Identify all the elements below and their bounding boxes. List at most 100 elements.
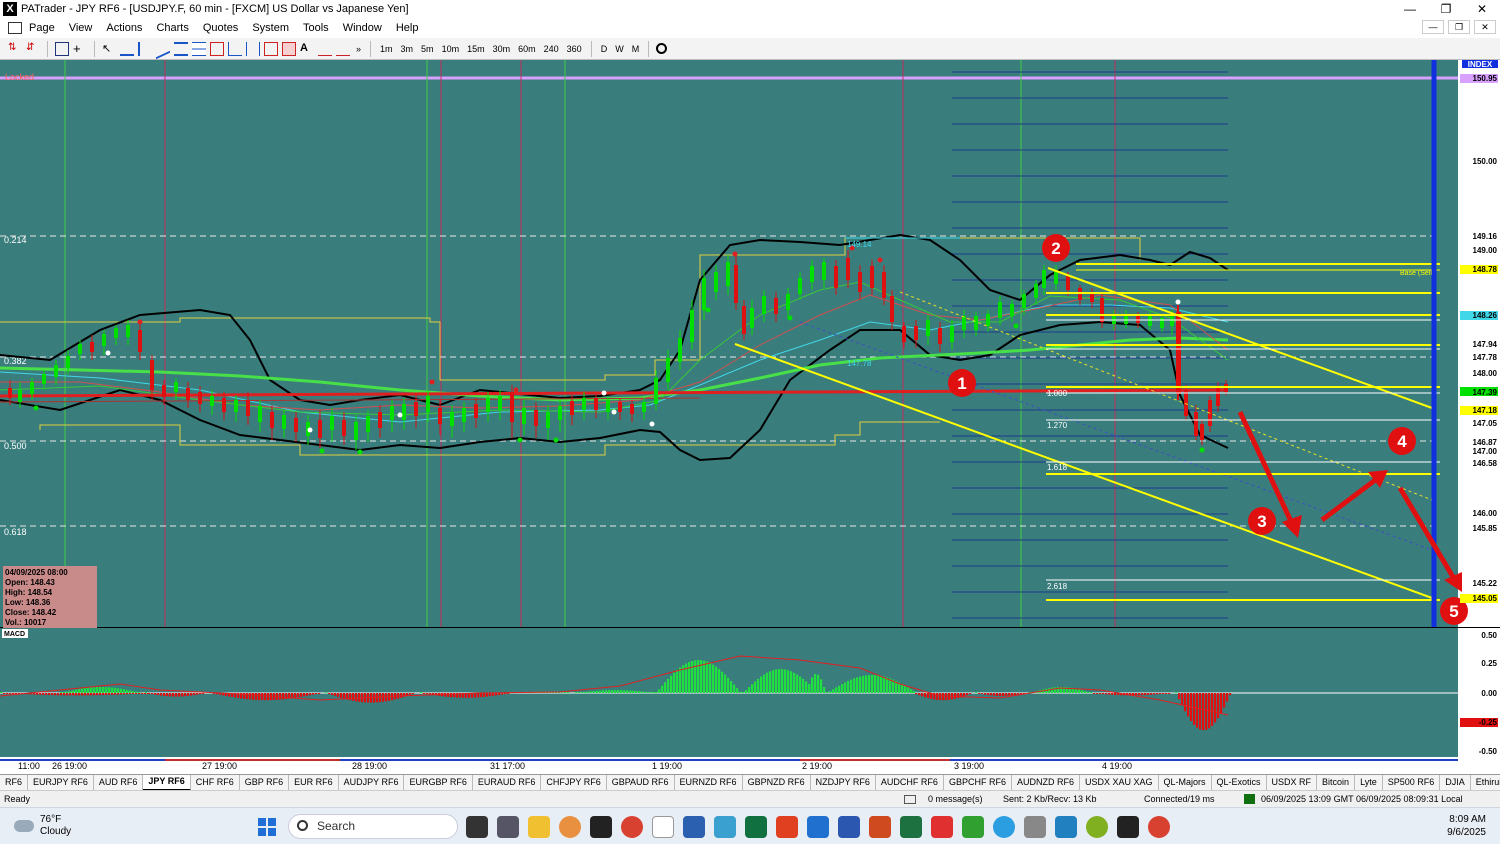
fib-fan-icon[interactable] — [228, 41, 242, 56]
crosshair-icon[interactable]: + — [73, 42, 87, 56]
timeframe-d[interactable]: D — [597, 38, 612, 60]
symbol-tab[interactable]: RF6 — [0, 775, 29, 790]
app-icon-sm[interactable] — [1117, 816, 1139, 838]
menu-quotes[interactable]: Quotes — [196, 18, 245, 38]
task-view-icon[interactable] — [466, 816, 488, 838]
trend-line-icon[interactable] — [156, 38, 170, 59]
weather-widget[interactable]: 76°F Cloudy — [14, 814, 71, 838]
clock-icon[interactable] — [656, 43, 668, 54]
timeframe-10m[interactable]: 10m — [438, 38, 464, 60]
timeframe-240[interactable]: 240 — [540, 38, 563, 60]
timeframe-60m[interactable]: 60m — [514, 38, 540, 60]
mdi-restore-button[interactable]: ❐ — [1448, 20, 1470, 34]
symbol-tab[interactable]: EURJPY RF6 — [28, 775, 94, 790]
symbol-tab[interactable]: NZDJPY RF6 — [811, 775, 876, 790]
timeframe-360[interactable]: 360 — [563, 38, 586, 60]
mdi-minimize-button[interactable]: — — [1422, 20, 1444, 34]
timeframe-15m[interactable]: 15m — [463, 38, 489, 60]
fib-retracement-icon[interactable] — [192, 41, 206, 56]
symbol-tab[interactable]: EUR RF6 — [289, 775, 339, 790]
channel-icon[interactable] — [174, 41, 188, 56]
maximize-button[interactable]: ❐ — [1428, 0, 1464, 18]
symbol-tab[interactable]: JPY RF6 — [143, 775, 191, 790]
speed-lines-icon[interactable] — [318, 42, 332, 56]
cursor-icon[interactable]: ↖ — [102, 42, 116, 56]
symbol-tab[interactable]: USDX RF — [1267, 775, 1318, 790]
telegram-icon[interactable] — [993, 816, 1015, 838]
symbol-tab[interactable]: EURNZD RF6 — [675, 775, 743, 790]
close-button[interactable]: ✕ — [1464, 0, 1500, 18]
app-icon-blue-box[interactable] — [1055, 816, 1077, 838]
menu-window[interactable]: Window — [336, 18, 389, 38]
timeframe-5m[interactable]: 5m — [417, 38, 438, 60]
app-icon-red-square[interactable] — [931, 816, 953, 838]
horizontal-line-icon[interactable] — [120, 42, 134, 56]
menu-page[interactable]: Page — [22, 18, 62, 38]
symbol-tab[interactable]: Bitcoin — [1317, 775, 1356, 790]
app-icon-s-blue[interactable] — [807, 816, 829, 838]
app-icon-w[interactable] — [1086, 816, 1108, 838]
menu-charts[interactable]: Charts — [149, 18, 195, 38]
mdi-close-button[interactable]: ✕ — [1474, 20, 1496, 34]
message-icon[interactable] — [904, 795, 916, 804]
more-tools-button[interactable]: » — [352, 38, 365, 60]
price-chart[interactable]: Locked 0.214 0.382 0.500 0.618 149.14 14… — [0, 60, 1500, 774]
symbol-tab[interactable]: QL-Majors — [1159, 775, 1212, 790]
menu-view[interactable]: View — [62, 18, 100, 38]
app-icon-mail[interactable] — [1024, 816, 1046, 838]
symbol-tab[interactable]: CHFJPY RF6 — [541, 775, 607, 790]
symbol-tab[interactable]: SP500 RF6 — [1383, 775, 1441, 790]
timeframe-3m[interactable]: 3m — [397, 38, 418, 60]
cycle-lines-icon[interactable] — [336, 42, 350, 56]
app-icon-orange[interactable] — [559, 816, 581, 838]
menu-actions[interactable]: Actions — [99, 18, 149, 38]
symbol-tab[interactable]: AUDNZD RF6 — [1012, 775, 1080, 790]
symbol-tab[interactable]: EURGBP RF6 — [404, 775, 473, 790]
symbol-tab[interactable]: GBPAUD RF6 — [607, 775, 675, 790]
symbol-tab[interactable]: AUDJPY RF6 — [339, 775, 405, 790]
menu-help[interactable]: Help — [389, 18, 426, 38]
symbol-tab[interactable]: AUD RF6 — [94, 775, 144, 790]
gann-icon[interactable] — [264, 41, 278, 56]
page-icon[interactable] — [8, 22, 22, 34]
symbol-tab[interactable]: Lyte — [1355, 775, 1383, 790]
symbol-tab[interactable]: QL-Exotics — [1212, 775, 1267, 790]
timeframe-1m[interactable]: 1m — [376, 38, 397, 60]
rectangle-icon[interactable] — [282, 41, 296, 56]
excel-icon[interactable] — [900, 816, 922, 838]
timeframe-w[interactable]: W — [611, 38, 628, 60]
chrome-icon[interactable] — [621, 816, 643, 838]
app-icon-green-c[interactable] — [962, 816, 984, 838]
start-button[interactable] — [258, 818, 276, 836]
file-explorer-icon[interactable] — [528, 816, 550, 838]
trading-app-icon[interactable] — [745, 816, 767, 838]
taskbar-search[interactable]: Search — [288, 814, 458, 839]
fib-extension-icon[interactable] — [210, 41, 224, 56]
symbol-tab[interactable]: DJIA — [1440, 775, 1471, 790]
app-icon-ic[interactable] — [590, 816, 612, 838]
taskbar-clock[interactable]: 8:09 AM 9/6/2025 — [1447, 813, 1486, 839]
powerpoint-icon[interactable] — [869, 816, 891, 838]
notes-icon[interactable] — [683, 816, 705, 838]
symbol-tab[interactable]: GBPCHF RF6 — [944, 775, 1012, 790]
calculator-icon[interactable] — [497, 816, 519, 838]
symbol-tab[interactable]: GBP RF6 — [240, 775, 290, 790]
patrader-icon[interactable] — [652, 816, 674, 838]
symbol-tab[interactable]: CHF RF6 — [191, 775, 240, 790]
vertical-line-icon[interactable] — [138, 41, 152, 56]
symbol-tab[interactable]: USDX XAU XAG — [1080, 775, 1159, 790]
symbol-tab[interactable]: GBPNZD RF6 — [743, 775, 811, 790]
app-icon-s-red[interactable] — [776, 816, 798, 838]
chart-icon[interactable] — [55, 41, 69, 56]
timeframe-30m[interactable]: 30m — [489, 38, 515, 60]
symbol-tab[interactable]: AUDCHF RF6 — [876, 775, 944, 790]
menu-tools[interactable]: Tools — [296, 18, 336, 38]
symbol-tab[interactable]: Ethiruim — [1471, 775, 1500, 790]
sell-icon[interactable]: ⇵ — [26, 42, 40, 56]
symbol-tab[interactable]: EURAUD RF6 — [473, 775, 542, 790]
word-icon[interactable] — [838, 816, 860, 838]
chrome-icon-2[interactable] — [1148, 816, 1170, 838]
text-icon[interactable]: A — [300, 42, 314, 56]
timeframe-m[interactable]: M — [628, 38, 644, 60]
buy-icon[interactable]: ⇅ — [8, 42, 22, 56]
